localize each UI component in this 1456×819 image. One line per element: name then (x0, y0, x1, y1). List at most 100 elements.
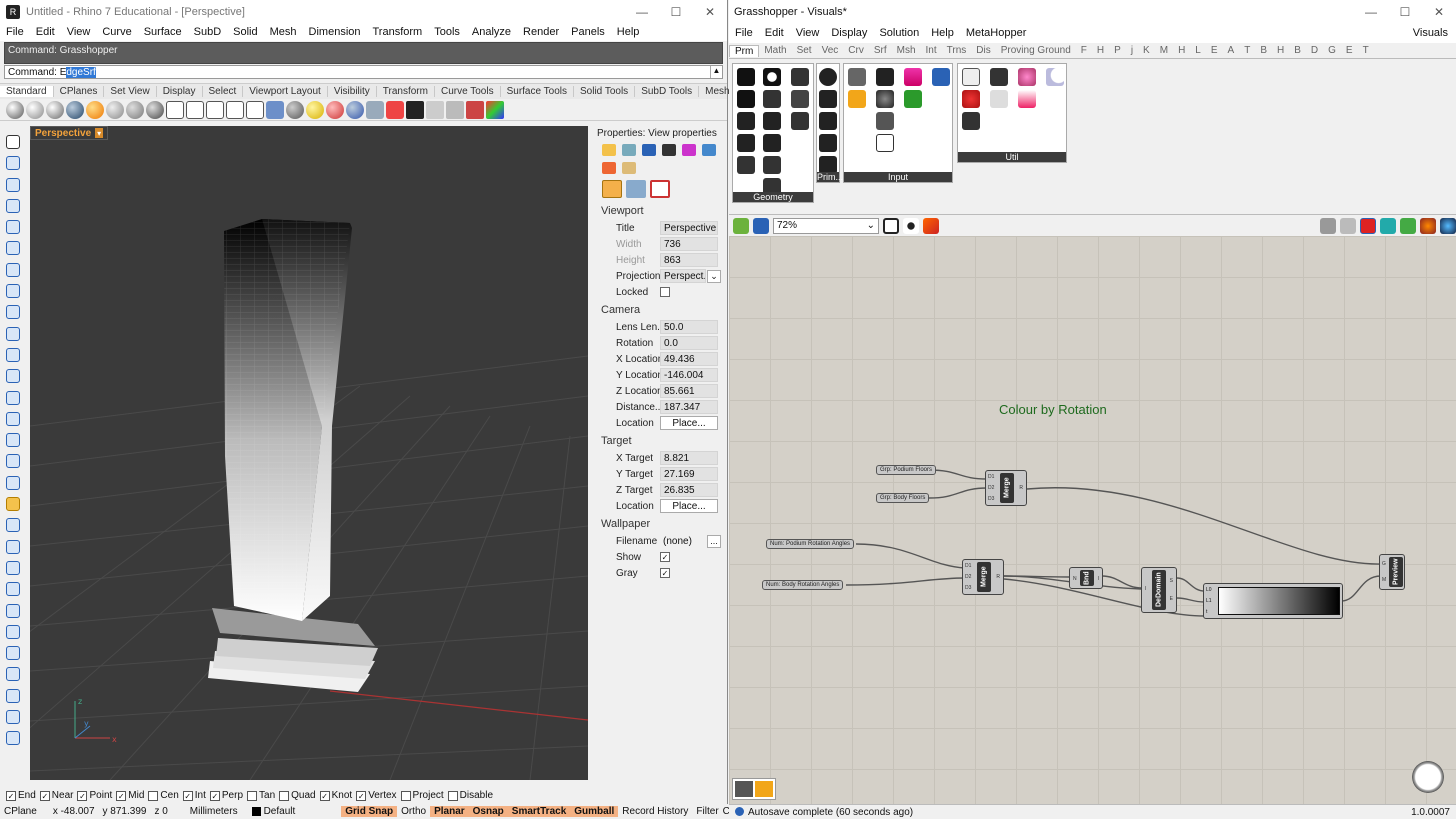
prop-xloc-field[interactable]: 49.436 (660, 352, 718, 366)
cherry-icon[interactable] (962, 90, 980, 108)
gh-tab-28[interactable]: T (1358, 45, 1374, 56)
menu-render[interactable]: Render (517, 26, 565, 38)
dimension-icon[interactable] (6, 539, 20, 554)
camera-place-button[interactable]: Place... (660, 416, 718, 430)
gh-tab-17[interactable]: H (1173, 45, 1190, 56)
gh-minimize-icon[interactable]: — (1354, 0, 1388, 23)
geometry-param-icon[interactable] (763, 112, 781, 130)
gradient-preview-bar[interactable] (1218, 587, 1340, 615)
color-wheel-icon[interactable] (682, 144, 696, 156)
prop-zloc-field[interactable]: 85.661 (660, 384, 718, 398)
folder-icon[interactable] (602, 144, 616, 156)
gh-close-icon[interactable]: ✕ (1422, 0, 1456, 23)
arc-icon[interactable] (6, 241, 20, 256)
menu-view[interactable]: View (61, 26, 97, 38)
tree-icon[interactable] (962, 112, 980, 130)
layers-icon[interactable] (622, 144, 636, 156)
extrude-icon[interactable] (6, 433, 20, 448)
prop-ytarget-field[interactable]: 27.169 (660, 467, 718, 481)
gh-tab-6[interactable]: Msh (892, 45, 921, 56)
save-file-icon[interactable] (753, 217, 769, 234)
gh-tab-13[interactable]: P (1109, 45, 1126, 56)
gh-tab-7[interactable]: Int (921, 45, 942, 56)
gh-widget-icon[interactable] (735, 781, 753, 797)
brush-icon[interactable] (622, 162, 636, 174)
menu-tools[interactable]: Tools (428, 26, 466, 38)
gradient-component[interactable]: L0 L1 t (1203, 583, 1343, 619)
gh-tab-27[interactable]: E (1341, 45, 1358, 56)
sphere-icon[interactable] (286, 100, 304, 119)
selected-only-icon[interactable] (1360, 217, 1376, 234)
tab-display[interactable]: Display (157, 86, 203, 97)
technical-icon[interactable] (126, 100, 144, 119)
menu-solid[interactable]: Solid (227, 26, 263, 38)
menu-mesh[interactable]: Mesh (264, 26, 303, 38)
menu-subd[interactable]: SubD (188, 26, 228, 38)
filter-toggle[interactable]: Filter (692, 806, 722, 817)
analyze-icon[interactable] (6, 560, 20, 575)
osnap-disable[interactable]: Disable (447, 790, 493, 801)
osnap-checkbox[interactable] (247, 790, 258, 801)
render-icon[interactable] (6, 731, 20, 746)
subd-param-icon[interactable] (737, 156, 755, 174)
menu-surface[interactable]: Surface (138, 26, 188, 38)
zoom-extents-icon[interactable] (883, 217, 899, 234)
ellipse-icon[interactable] (6, 262, 20, 277)
block-icon[interactable] (6, 667, 20, 682)
number-slider-icon[interactable] (876, 112, 894, 130)
artistic-icon[interactable] (146, 100, 164, 119)
surface-icon[interactable] (6, 369, 20, 384)
osnap-checkbox[interactable] (400, 790, 411, 801)
viewport-title-tab[interactable]: Perspective ▾ (30, 126, 109, 140)
shield-icon[interactable] (602, 162, 616, 174)
navigation-compass-icon[interactable] (1412, 761, 1444, 793)
raytraced-icon[interactable] (226, 100, 244, 119)
layer-icon[interactable] (266, 100, 284, 119)
material-sphere-icon[interactable] (86, 100, 104, 119)
box-icon[interactable] (426, 100, 444, 119)
scale-icon[interactable] (6, 710, 20, 725)
primitive-panel-label[interactable]: Prim... (817, 172, 843, 182)
prop-distance-field[interactable]: 187.347 (660, 400, 718, 414)
surface-param-icon[interactable] (763, 134, 781, 152)
array-icon[interactable] (6, 688, 20, 703)
camera-icon[interactable] (662, 144, 676, 156)
rendered-icon[interactable] (46, 100, 64, 119)
ghosted-icon[interactable] (66, 100, 84, 119)
osnap-near[interactable]: ✓ Near (39, 790, 73, 801)
status-cplane[interactable]: CPlane (0, 806, 41, 817)
gumball-toggle[interactable]: Gumball (570, 806, 619, 817)
text-icon[interactable] (6, 646, 20, 661)
polyline-icon[interactable] (6, 177, 20, 192)
gray-checkbox[interactable]: ✓ (660, 568, 670, 578)
arctic-icon[interactable] (186, 100, 204, 119)
environment-icon[interactable] (326, 100, 344, 119)
gh-tab-2[interactable]: Set (792, 45, 817, 56)
rectangle-icon[interactable] (6, 284, 20, 299)
osnap-checkbox[interactable]: ✓ (319, 790, 330, 801)
zoom-dropdown[interactable]: 72% ⌄ (773, 217, 879, 234)
explode-icon[interactable] (6, 582, 20, 597)
document-preview-icon[interactable] (1400, 217, 1416, 234)
show-checkbox[interactable]: ✓ (660, 552, 670, 562)
gumball-icon[interactable] (6, 497, 20, 512)
mesh-param-icon[interactable] (791, 112, 809, 130)
shaded-icon[interactable] (26, 100, 44, 119)
gh-canvas[interactable]: Colour by Rotation Grp: Podium Floors Gr… (729, 236, 1456, 804)
preview-component[interactable]: G M Preview (1379, 554, 1405, 590)
color-swatch-icon[interactable] (904, 68, 922, 86)
box-solid-icon[interactable] (6, 390, 20, 405)
wireframe-icon[interactable] (6, 100, 24, 119)
preview-eye-icon[interactable] (903, 217, 919, 234)
arc-param-icon[interactable] (791, 68, 809, 86)
line-param-icon[interactable] (737, 90, 755, 108)
materials-icon[interactable] (702, 144, 716, 156)
pen-icon[interactable] (166, 100, 184, 119)
close-icon[interactable]: ✕ (693, 0, 727, 23)
osnap-checkbox[interactable] (279, 790, 290, 801)
boolean-toggle-icon[interactable] (876, 68, 894, 86)
tab-surface-tools[interactable]: Surface Tools (501, 86, 574, 97)
command-scroll-icon[interactable]: ▲ (710, 66, 722, 78)
param-body-floors[interactable]: Grp: Body Floors (876, 493, 930, 503)
prop-yloc-field[interactable]: -146.004 (660, 368, 718, 382)
